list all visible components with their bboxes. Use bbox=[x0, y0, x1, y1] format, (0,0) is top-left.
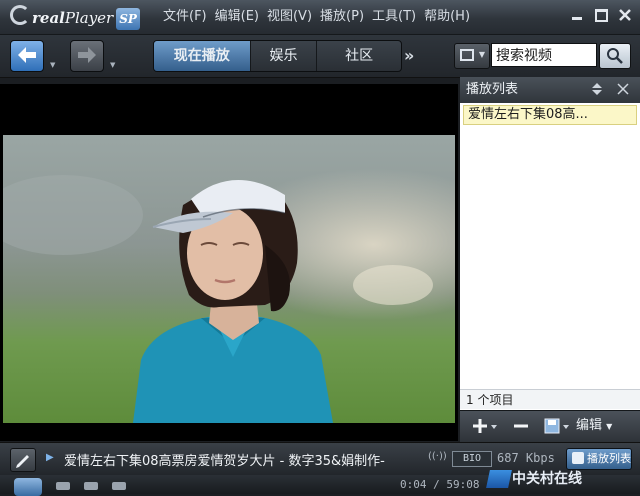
playlist-actions: 编辑 ▼ bbox=[460, 410, 640, 442]
tab-now-playing[interactable]: 现在播放 bbox=[154, 41, 251, 71]
edit-chevron-down-icon: ▼ bbox=[606, 422, 613, 431]
maximize-button[interactable] bbox=[594, 8, 608, 22]
previous-button[interactable] bbox=[84, 482, 98, 490]
playlist-panel: 播放列表 爱情左右下集08高... 1 个项目 编辑 ▼ bbox=[460, 77, 640, 442]
add-item-button[interactable] bbox=[472, 417, 498, 435]
search-type-dropdown[interactable]: ▼ bbox=[454, 43, 490, 69]
edit-menu-button[interactable]: 编辑 ▼ bbox=[576, 417, 612, 435]
menu-file[interactable]: 文件(F) bbox=[163, 8, 207, 26]
menu-view[interactable]: 视图(V) bbox=[267, 8, 312, 26]
pause-button[interactable] bbox=[14, 478, 42, 496]
clip-info-button[interactable] bbox=[10, 448, 36, 472]
save-disk-icon bbox=[544, 418, 569, 434]
now-playing-title: 爱情左右下集08高票房爱情贺岁大片 - 数字35&娟制作- bbox=[64, 454, 385, 468]
playlist-item-count: 1 个项目 bbox=[460, 389, 640, 409]
chevron-down-icon: ▼ bbox=[478, 50, 485, 59]
playlist-toggle-label: 播放列表 bbox=[587, 452, 631, 465]
search-button[interactable] bbox=[599, 43, 631, 69]
film-icon bbox=[460, 49, 474, 61]
playlist-item[interactable]: 爱情左右下集08高... bbox=[463, 105, 637, 125]
logo-player-text: Player bbox=[64, 9, 114, 27]
toolbar: ▼ ▼ 现在播放 娱乐 社区 » ▼ bbox=[0, 35, 640, 78]
forward-button[interactable] bbox=[70, 40, 104, 72]
logo-real-text: real bbox=[32, 9, 65, 27]
playback-time: 0:04 / 59:08 bbox=[400, 478, 480, 491]
playlist-close-icon[interactable] bbox=[616, 82, 630, 96]
minus-icon bbox=[514, 424, 528, 428]
sort-icon[interactable] bbox=[590, 82, 604, 96]
menu-edit[interactable]: 编辑(E) bbox=[215, 8, 259, 26]
main-tabs: 现在播放 娱乐 社区 bbox=[153, 40, 402, 72]
save-playlist-button[interactable] bbox=[544, 417, 572, 435]
menu-play[interactable]: 播放(P) bbox=[320, 8, 364, 26]
remove-item-button[interactable] bbox=[512, 417, 530, 435]
realplayer-logo: realPlayer SP bbox=[10, 5, 140, 30]
signal-icon: ((·)) bbox=[428, 451, 447, 462]
more-tabs-button[interactable]: » bbox=[404, 46, 414, 65]
forward-history-chevron-icon[interactable]: ▼ bbox=[110, 61, 115, 69]
title-bar: realPlayer SP 文件(F) 编辑(E) 视图(V) 播放(P) 工具(… bbox=[0, 0, 640, 35]
music-note-icon bbox=[572, 452, 584, 464]
zol-watermark: 中关村在线 bbox=[486, 466, 638, 492]
tab-entertainment[interactable]: 娱乐 bbox=[251, 41, 318, 71]
buffer-indicator: BIO bbox=[452, 451, 492, 467]
back-arrow-icon bbox=[18, 47, 36, 63]
close-icon bbox=[619, 9, 631, 21]
plus-icon bbox=[473, 419, 497, 433]
bitrate-readout: 687 Kbps bbox=[497, 451, 555, 465]
video-display[interactable] bbox=[0, 84, 458, 441]
close-button[interactable] bbox=[618, 8, 632, 22]
watermark-text: 中关村在线 bbox=[512, 471, 582, 487]
minimize-button[interactable] bbox=[570, 8, 584, 22]
stop-button[interactable] bbox=[56, 482, 70, 490]
back-button[interactable] bbox=[10, 40, 44, 72]
playlist-title: 播放列表 bbox=[466, 82, 519, 97]
window-controls bbox=[570, 8, 632, 22]
menu-tools[interactable]: 工具(T) bbox=[372, 8, 416, 26]
zol-logo-icon bbox=[486, 470, 512, 488]
menu-bar: 文件(F) 编辑(E) 视图(V) 播放(P) 工具(T) 帮助(H) bbox=[163, 8, 478, 26]
real-swoosh-icon bbox=[10, 5, 30, 25]
search-input[interactable] bbox=[491, 43, 597, 67]
tab-community[interactable]: 社区 bbox=[317, 41, 401, 71]
back-history-chevron-icon[interactable]: ▼ bbox=[50, 61, 55, 69]
playlist-header: 播放列表 bbox=[460, 77, 640, 103]
menu-help[interactable]: 帮助(H) bbox=[424, 8, 470, 26]
edit-menu-label: 编辑 bbox=[576, 418, 603, 433]
search-icon bbox=[607, 48, 623, 64]
pencil-icon bbox=[16, 455, 29, 468]
next-button[interactable] bbox=[112, 482, 126, 490]
forward-arrow-icon bbox=[78, 47, 96, 63]
video-frame bbox=[3, 135, 455, 423]
playing-indicator-icon: ▶ bbox=[46, 452, 54, 463]
logo-sp-badge: SP bbox=[116, 8, 140, 30]
video-still-woman-in-visor bbox=[3, 175, 433, 423]
